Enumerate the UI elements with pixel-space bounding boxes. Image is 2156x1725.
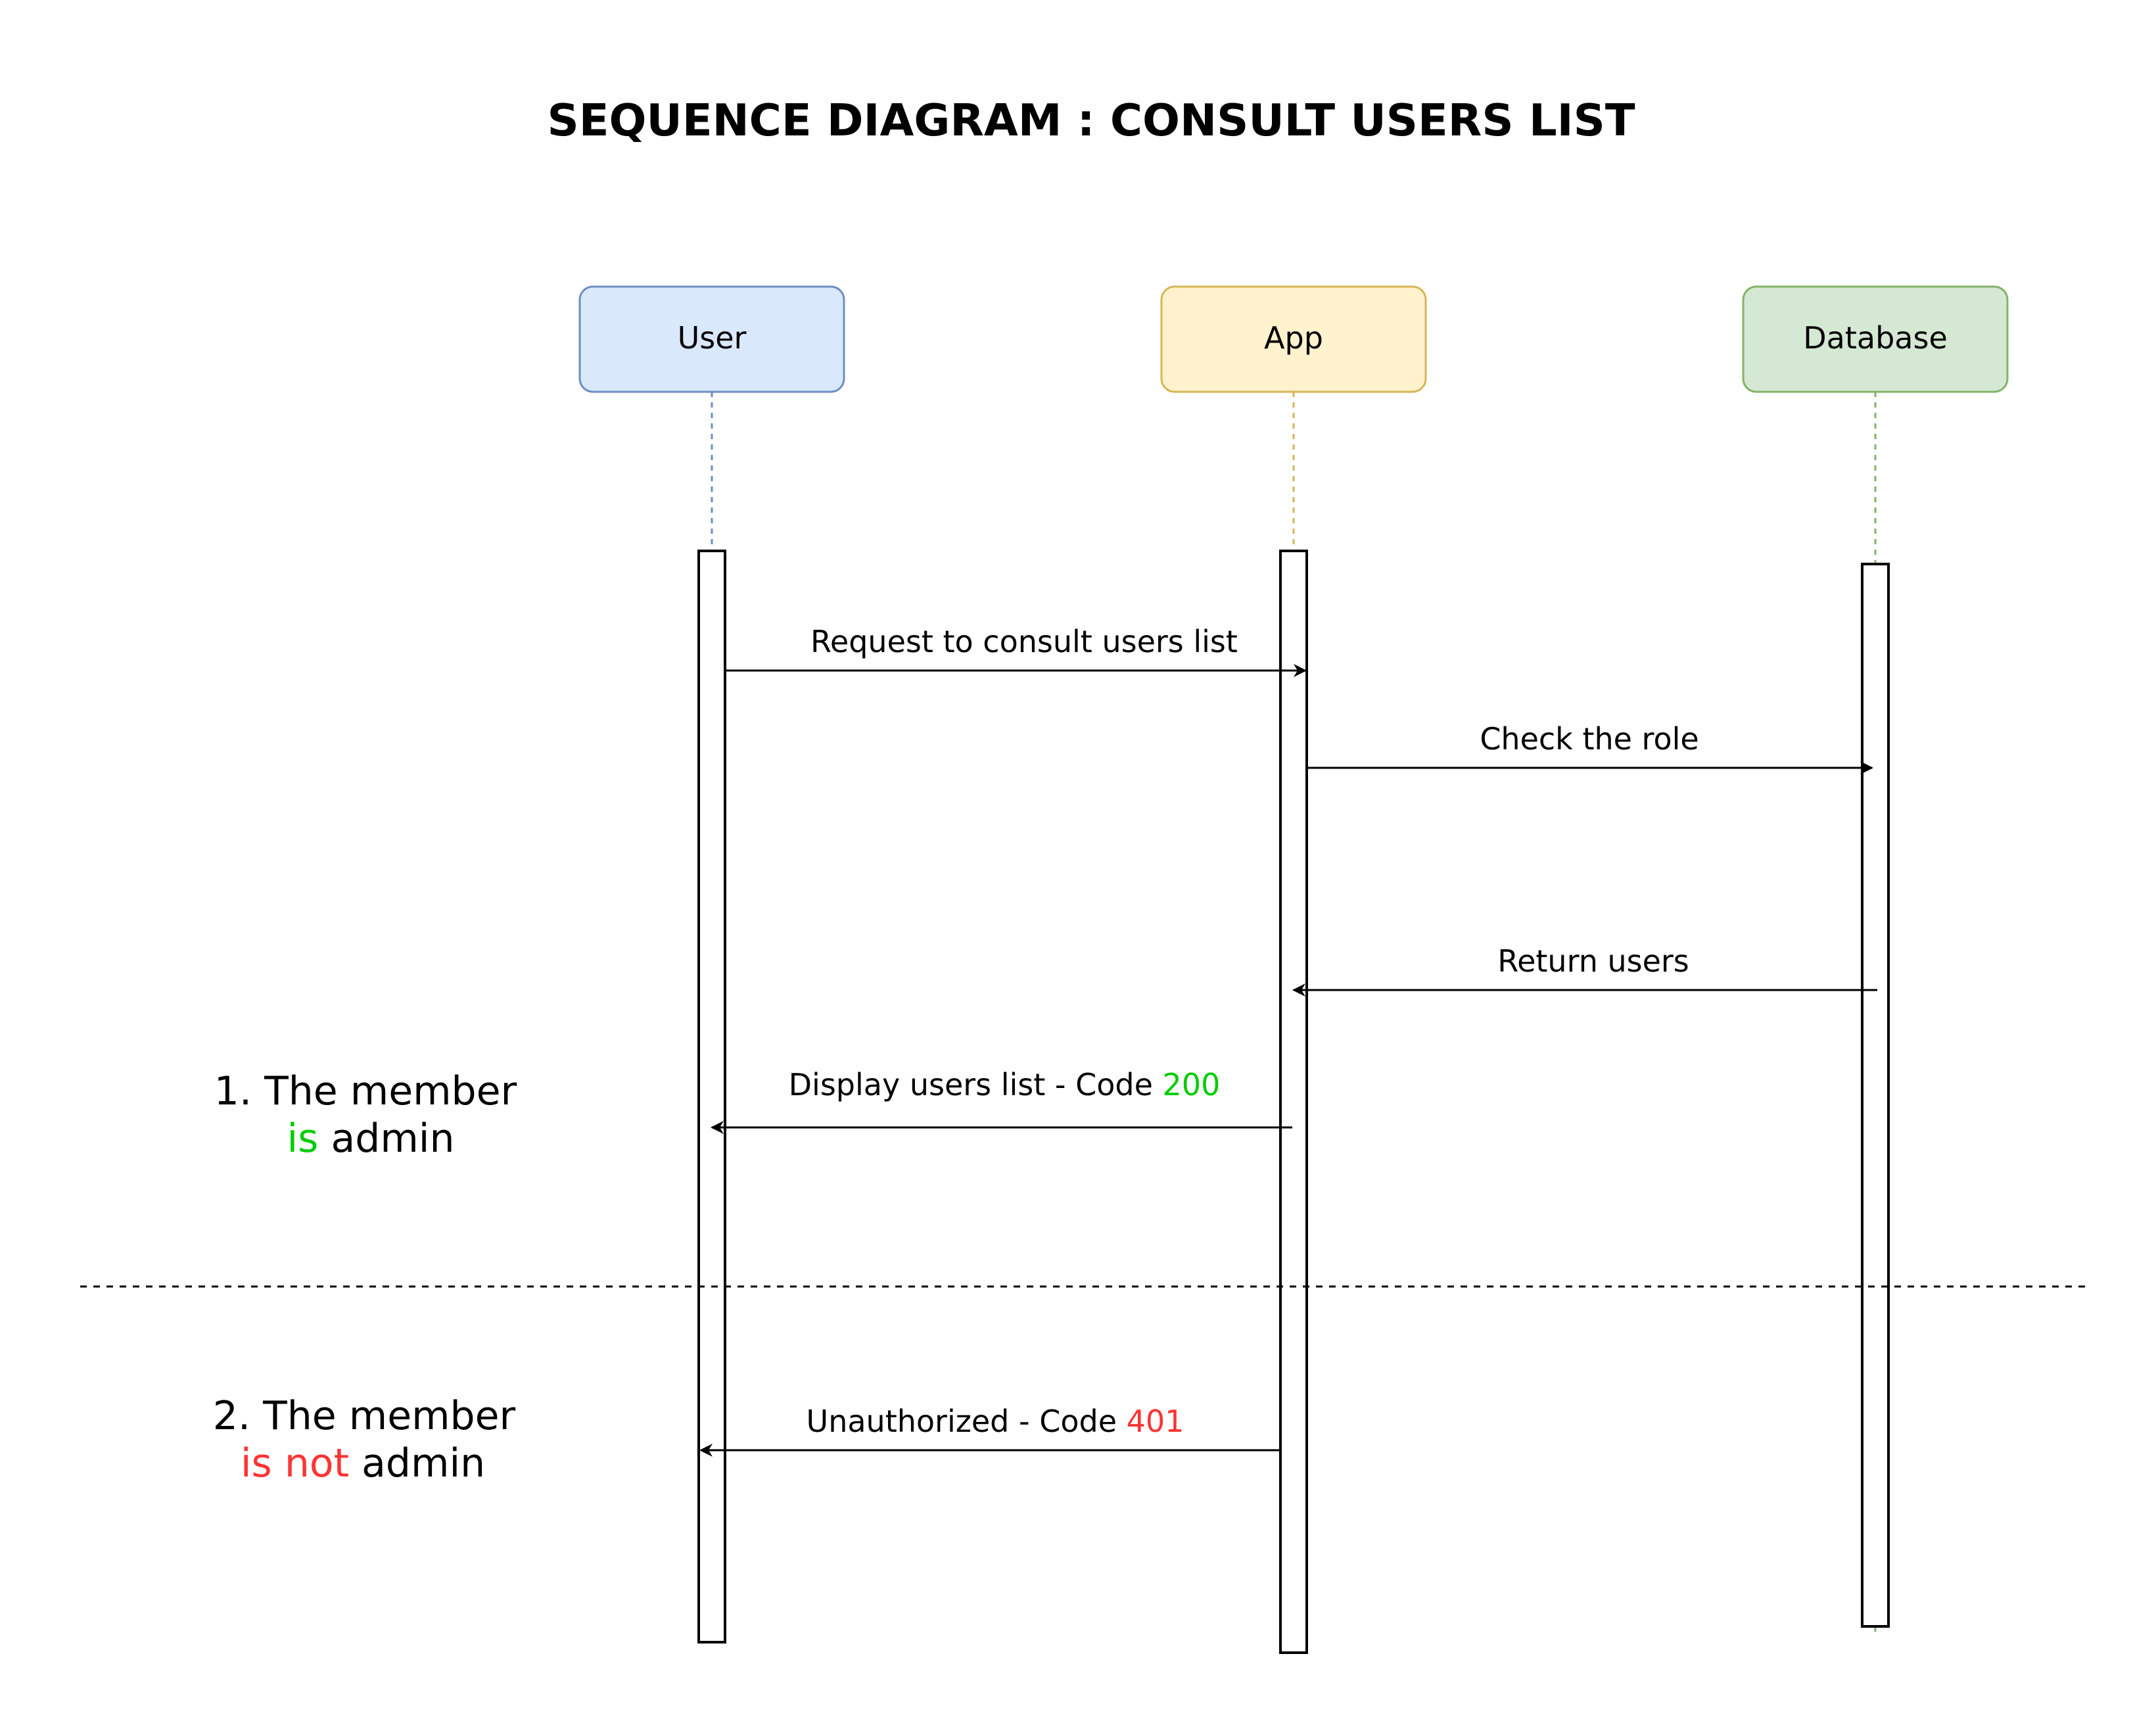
note-case-not-admin-line2: is not admin — [241, 1440, 485, 1486]
message-return-users: Return users — [1292, 943, 1877, 997]
message-unauthorized-label: Unauthorized - Code 401 — [807, 1404, 1184, 1439]
activation-bar-database — [1861, 563, 1890, 1628]
message-request: Request to consult users list — [725, 624, 1307, 677]
message-check-role: Check the role — [1307, 721, 1873, 774]
activation-bar-user — [697, 550, 726, 1643]
actor-user: User — [578, 285, 845, 551]
message-display-users: Display users list - Code 200 — [711, 1067, 1292, 1134]
note-case-admin-highlight: is — [287, 1116, 318, 1162]
actor-database-label: Database — [1803, 320, 1948, 356]
actor-user-label: User — [678, 320, 747, 356]
status-code-200: 200 — [1163, 1067, 1221, 1102]
message-request-label: Request to consult users list — [810, 624, 1238, 659]
diagram-title: SEQUENCE DIAGRAM : CONSULT USERS LIST — [547, 95, 1635, 146]
note-case-not-admin-highlight: is not — [241, 1440, 349, 1486]
diagram-canvas: SEQUENCE DIAGRAM : CONSULT USERS LIST Us… — [80, 95, 2088, 1654]
actor-app: App — [1160, 285, 1427, 551]
activation-bar-app — [1279, 550, 1308, 1654]
message-unauthorized: Unauthorized - Code 401 — [699, 1404, 1280, 1457]
note-case-admin-line2: is admin — [287, 1116, 454, 1162]
status-code-401: 401 — [1127, 1404, 1184, 1439]
message-return-users-label: Return users — [1497, 943, 1689, 979]
note-case-admin-line1: 1. The member — [214, 1068, 517, 1114]
note-case-admin: 1. The member is admin — [214, 1068, 517, 1162]
message-check-role-label: Check the role — [1480, 721, 1699, 757]
message-display-users-label: Display users list - Code 200 — [789, 1067, 1221, 1102]
actor-app-label: App — [1264, 320, 1323, 356]
note-case-not-admin: 2. The member is not admin — [213, 1393, 516, 1486]
sequence-diagram: SEQUENCE DIAGRAM : CONSULT USERS LIST Us… — [0, 0, 2156, 1725]
note-case-not-admin-line1: 2. The member — [213, 1393, 516, 1439]
